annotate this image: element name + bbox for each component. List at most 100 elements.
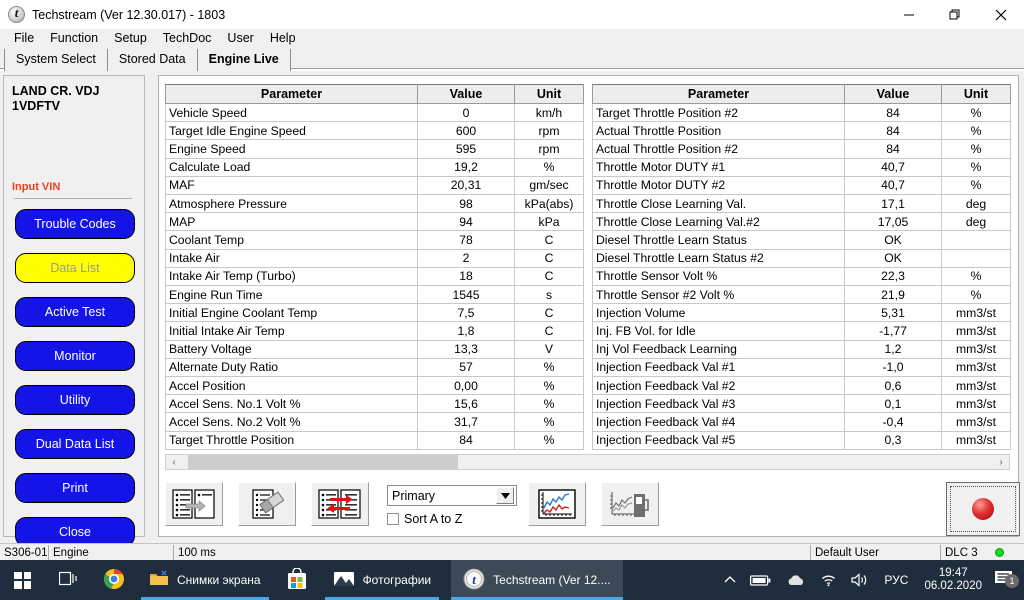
scrollbar-track[interactable] [182, 455, 993, 469]
menu-help[interactable]: Help [262, 30, 304, 46]
table-row[interactable]: Throttle Sensor Volt % 22,3% [592, 267, 1011, 287]
taskbar-item-chrome[interactable] [91, 560, 137, 600]
tab-stored-data[interactable]: Stored Data [107, 49, 198, 71]
table-row[interactable]: Accel Sens. No.2 Volt % 31,7% [165, 412, 584, 432]
cell-value: 57 [417, 358, 515, 378]
table-row[interactable]: Target Throttle Position 84% [165, 431, 584, 451]
table-row[interactable]: Inj. FB Vol. for Idle -1,77 mm3/st [592, 321, 1011, 341]
restore-button[interactable] [932, 0, 978, 29]
show-hidden-icons-chevron-icon[interactable] [717, 575, 743, 585]
table-row[interactable]: Engine Speed 595 rpm [165, 139, 584, 159]
taskbar-item-microsoft-store[interactable] [273, 560, 321, 600]
cell-parameter: Accel Position [165, 376, 418, 396]
table-row[interactable]: Battery Voltage 13,3 V [165, 340, 584, 359]
table-row[interactable]: Throttle Motor DUTY #2 40,7% [592, 176, 1011, 196]
graph-view-icon-button[interactable] [528, 482, 586, 526]
cell-value: -1,77 [844, 321, 942, 341]
table-row[interactable]: Injection Volume 5,31 mm3/st [592, 303, 1011, 323]
table-row[interactable]: MAF 20,31 gm/sec [165, 176, 584, 196]
speaker-icon[interactable] [844, 573, 876, 587]
table-row[interactable]: Intake Air 2 C [165, 249, 584, 268]
table-row[interactable]: Actual Throttle Position 84% [592, 121, 1011, 141]
start-button[interactable] [0, 560, 45, 600]
table-row[interactable]: Target Throttle Position #2 84% [592, 103, 1011, 123]
taskbar-item-photos[interactable]: Фотографии [321, 560, 444, 600]
sidebar-button-dual-data-list[interactable]: Dual Data List [15, 429, 135, 459]
sort-a-to-z-checkbox[interactable] [387, 513, 399, 525]
table-row[interactable]: Accel Position 0,00% [165, 376, 584, 396]
table-row[interactable]: Intake Air Temp (Turbo) 18 C [165, 267, 584, 287]
cell-unit [941, 249, 1011, 268]
language-indicator[interactable]: РУС [876, 573, 916, 587]
sidebar-button-monitor[interactable]: Monitor [15, 341, 135, 371]
table-row[interactable]: Vehicle Speed 0 km/h [165, 103, 584, 123]
sidebar-button-trouble-codes[interactable]: Trouble Codes [15, 209, 135, 239]
table-row[interactable]: Throttle Close Learning Val. 17,1 deg [592, 194, 1011, 214]
menu-user[interactable]: User [219, 30, 261, 46]
fuel-graph-icon-button[interactable] [601, 482, 659, 526]
table-row[interactable]: Diesel Throttle Learn Status #2 OK [592, 249, 1011, 268]
table-row[interactable]: Injection Feedback Val #5 0,3 mm3/st [592, 431, 1011, 451]
table-row[interactable]: Diesel Throttle Learn Status OK [592, 230, 1011, 250]
data-source-select[interactable]: Primary [387, 485, 517, 506]
horizontal-scrollbar[interactable]: ‹ › [165, 454, 1010, 470]
scroll-right-arrow-icon[interactable]: › [993, 455, 1009, 469]
table-row[interactable]: Actual Throttle Position #2 84% [592, 139, 1011, 159]
tab-system-select[interactable]: System Select [4, 49, 108, 71]
table-row[interactable]: Initial Engine Coolant Temp 7,5 C [165, 303, 584, 323]
table-row[interactable]: Throttle Close Learning Val.#2 17,05 deg [592, 212, 1011, 232]
cloud-icon[interactable] [779, 574, 813, 587]
swap-list-icon-button[interactable] [311, 482, 369, 526]
table-row[interactable]: Inj Vol Feedback Learning 1,2 mm3/st [592, 340, 1011, 359]
table-row[interactable]: Injection Feedback Val #2 0,6 mm3/st [592, 376, 1011, 396]
sidebar-button-print[interactable]: Print [15, 473, 135, 503]
erase-list-icon-button[interactable] [238, 482, 296, 526]
cell-parameter: Inj Vol Feedback Learning [592, 340, 845, 359]
cell-value: 15,6 [417, 394, 515, 414]
sidebar-button-active-test[interactable]: Active Test [15, 297, 135, 327]
task-view-button[interactable] [45, 560, 91, 600]
content-area: LAND CR. VDJ 1VDFTV Input VIN Trouble Co… [0, 71, 1024, 547]
move-selected-icon-button[interactable] [165, 482, 223, 526]
scrollbar-thumb[interactable] [188, 455, 458, 469]
table-row[interactable]: Coolant Temp 78 C [165, 230, 584, 250]
cell-unit: mm3/st [941, 340, 1011, 359]
notification-center-button[interactable]: 1 [990, 569, 1024, 592]
input-vin-link[interactable]: Input VIN [12, 181, 60, 193]
taskbar-item-screenshots[interactable]: Снимки экрана [137, 560, 273, 600]
wifi-icon[interactable] [813, 573, 844, 587]
menu-techdoc[interactable]: TechDoc [155, 30, 220, 46]
sidebar-button-utility[interactable]: Utility [15, 385, 135, 415]
table-row[interactable]: Injection Feedback Val #4 -0,4 mm3/st [592, 412, 1011, 432]
table-row[interactable]: Alternate Duty Ratio 57% [165, 358, 584, 378]
table-row[interactable]: Throttle Sensor #2 Volt % 21,9% [592, 285, 1011, 305]
table-row[interactable]: Accel Sens. No.1 Volt % 15,6% [165, 394, 584, 414]
table-row[interactable]: Injection Feedback Val #3 0,1 mm3/st [592, 394, 1011, 414]
record-button[interactable] [946, 482, 1020, 536]
clock[interactable]: 19:47 06.02.2020 [916, 567, 990, 593]
table-row[interactable]: Engine Run Time 1545 s [165, 285, 584, 305]
minimize-button[interactable] [886, 0, 932, 29]
scroll-left-arrow-icon[interactable]: ‹ [166, 455, 182, 469]
cell-parameter: Accel Sens. No.1 Volt % [165, 394, 418, 414]
table-row[interactable]: Initial Intake Air Temp 1,8 C [165, 321, 584, 341]
tab-engine-live[interactable]: Engine Live [197, 49, 291, 71]
table-row[interactable]: Throttle Motor DUTY #1 40,7% [592, 158, 1011, 177]
menu-file[interactable]: File [6, 30, 42, 46]
close-button[interactable] [978, 0, 1024, 29]
menu-setup[interactable]: Setup [106, 30, 155, 46]
battery-icon[interactable] [743, 574, 779, 587]
cell-parameter: Injection Feedback Val #2 [592, 376, 845, 396]
table-row[interactable]: Injection Feedback Val #1 -1,0 mm3/st [592, 358, 1011, 378]
table-row[interactable]: Target Idle Engine Speed 600 rpm [165, 121, 584, 141]
table-row[interactable]: Atmosphere Pressure 98 kPa(abs) [165, 194, 584, 214]
table-row[interactable]: MAP 94 kPa [165, 212, 584, 232]
taskbar-item-techstream[interactable]: t Techstream (Ver 12.... [451, 560, 623, 600]
menu-function[interactable]: Function [42, 30, 106, 46]
sidebar-button-data-list[interactable]: Data List [15, 253, 135, 283]
cell-parameter: Injection Feedback Val #4 [592, 412, 845, 432]
chevron-down-icon[interactable] [496, 487, 514, 504]
sort-a-to-z-checkbox-row[interactable]: Sort A to Z [387, 512, 462, 526]
cell-unit: kPa [514, 212, 584, 232]
table-row[interactable]: Calculate Load 19,2% [165, 158, 584, 177]
